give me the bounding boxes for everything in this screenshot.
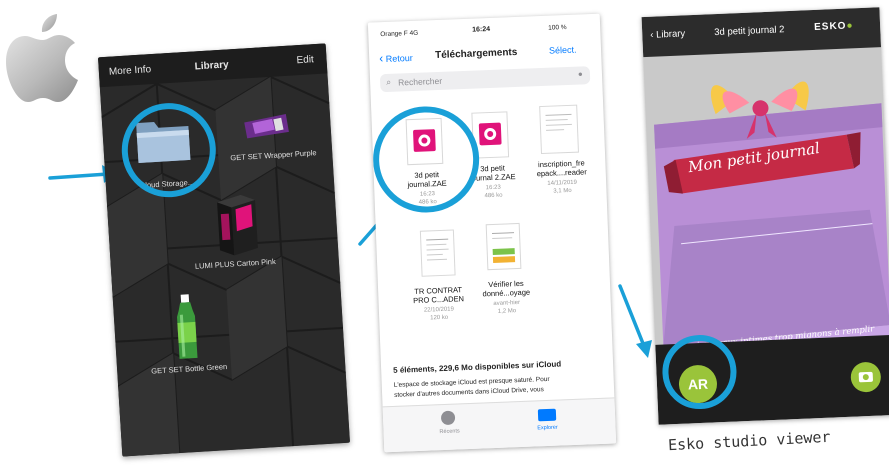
- file-name: inscription_fre epack....reader: [536, 158, 587, 179]
- apple-logo-icon: [6, 14, 78, 102]
- arrow-icon: [618, 284, 652, 358]
- caption: Esko studio viewer: [667, 427, 831, 455]
- search-field[interactable]: ⌕ Rechercher ●: [379, 66, 591, 93]
- storage-title: 5 éléments, 229,6 Mo disponibles sur iCl…: [393, 359, 562, 375]
- esko-mark-icon: ●: [846, 20, 854, 32]
- chevron-left-icon: ‹: [378, 51, 384, 66]
- viewer-screen: Mon petit journal petits jeux...aux inti…: [641, 7, 889, 425]
- back-button[interactable]: ‹ Retour: [379, 50, 413, 65]
- clock-label: 16:24: [472, 25, 491, 34]
- edit-button[interactable]: Edit: [296, 54, 314, 66]
- camera-button[interactable]: [850, 361, 882, 393]
- library-screen: More Info Library Edit Cloud Storage... …: [98, 43, 350, 457]
- select-button[interactable]: Sélect.: [549, 45, 577, 56]
- search-icon: ⌕: [385, 76, 392, 87]
- carrier-label: Orange F 4G: [380, 29, 419, 39]
- file-name: Vérifier les donné...oyage: [482, 278, 531, 299]
- page-title: Téléchargements: [434, 46, 518, 62]
- files-screen: Orange F 4G 16:24 100 % ‹ Retour Télécha…: [367, 13, 617, 453]
- more-info-button[interactable]: More Info: [109, 64, 152, 78]
- esko-logo: ESKO●: [813, 20, 854, 33]
- chevron-left-icon: ‹: [650, 29, 654, 41]
- file-meta: avant-hier 1,2 Mo: [493, 299, 521, 315]
- search-placeholder: Rechercher: [397, 75, 443, 88]
- folder-icon: [537, 408, 557, 422]
- back-button[interactable]: ‹ Library: [650, 28, 685, 40]
- library-title: Library: [194, 59, 229, 73]
- storage-text: stocker d'autres documents dans iCloud D…: [394, 386, 544, 399]
- viewer-title: 3d petit journal 2: [714, 24, 785, 39]
- tab-explore[interactable]: Explorer: [527, 406, 568, 444]
- carton-box-icon[interactable]: [211, 192, 263, 261]
- battery-label: 100 %: [548, 23, 567, 32]
- file-thumbnail[interactable]: [485, 222, 522, 271]
- bottle-icon[interactable]: [171, 292, 203, 364]
- microphone-icon[interactable]: ●: [578, 69, 583, 78]
- tab-recent[interactable]: Récents: [429, 410, 470, 448]
- tab-bar: Récents Explorer: [382, 397, 617, 453]
- clock-icon: [440, 410, 456, 426]
- wrapper-package-icon[interactable]: [242, 112, 291, 141]
- file-name: TR CONTRAT PRO C...ADEN: [412, 285, 465, 306]
- file-thumbnail[interactable]: [419, 229, 456, 277]
- file-meta: 22/10/2019 120 ko: [423, 306, 455, 322]
- file-meta: 14/11/2019 3,1 Mo: [547, 179, 578, 195]
- file-thumbnail[interactable]: [539, 104, 579, 155]
